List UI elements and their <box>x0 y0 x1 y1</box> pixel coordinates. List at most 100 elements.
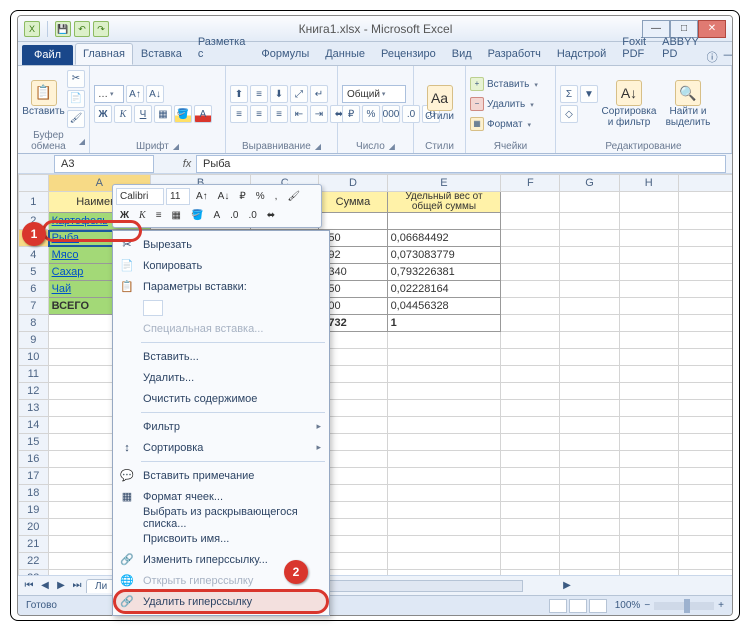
row-header[interactable]: 22 <box>19 553 49 570</box>
mini-center-icon[interactable]: ≡ <box>152 207 166 224</box>
currency-icon[interactable]: ₽ <box>342 105 360 123</box>
format-painter-icon[interactable]: 🖌 <box>67 110 85 128</box>
mini-border-icon[interactable]: ▦ <box>168 207 185 224</box>
format-cells-button[interactable]: ▦Формат <box>470 115 548 133</box>
ctx-define-name[interactable]: Присвоить имя... <box>115 528 327 549</box>
tab-insert[interactable]: Вставка <box>133 43 190 65</box>
styles-gallery[interactable]: Aa Стили <box>418 85 461 123</box>
save-icon[interactable]: 💾 <box>55 21 71 37</box>
col-header-i[interactable] <box>678 175 732 192</box>
number-format-combo[interactable]: Общий <box>342 85 406 103</box>
font-name-combo[interactable]: … <box>94 85 124 103</box>
italic-button[interactable]: К <box>114 105 132 123</box>
hscroll-track[interactable] <box>323 580 523 592</box>
redo-icon[interactable]: ↷ <box>93 21 109 37</box>
align-middle-icon[interactable]: ≡ <box>250 85 268 103</box>
ctx-delete[interactable]: Удалить... <box>115 367 327 388</box>
tab-developer[interactable]: Разработч <box>480 43 549 65</box>
row-header[interactable]: 17 <box>19 468 49 485</box>
tab-addins[interactable]: Надстрой <box>549 43 614 65</box>
row-header[interactable]: 4 <box>19 247 49 264</box>
tab-home[interactable]: Главная <box>75 43 133 65</box>
ctx-copy[interactable]: 📄Копировать <box>115 255 327 276</box>
mini-font-name[interactable]: Calibri <box>116 188 164 205</box>
undo-icon[interactable]: ↶ <box>74 21 90 37</box>
row-header[interactable]: 23 <box>19 570 49 576</box>
row-header[interactable]: 14 <box>19 417 49 434</box>
sheet-nav-first[interactable]: ⏮ <box>22 580 36 591</box>
cell[interactable] <box>501 192 560 213</box>
orientation-icon[interactable]: ⤢ <box>290 85 308 103</box>
fill-color-icon[interactable]: 🪣 <box>174 105 192 123</box>
underline-button[interactable]: Ч <box>134 105 152 123</box>
fx-icon[interactable]: fx <box>178 158 196 170</box>
align-top-icon[interactable]: ⬆ <box>230 85 248 103</box>
font-color-icon[interactable]: A <box>194 105 212 123</box>
sheet-nav-last[interactable]: ⏭ <box>70 580 84 591</box>
cut-icon[interactable]: ✂ <box>67 70 85 88</box>
col-header-e[interactable]: E <box>387 175 501 192</box>
wrap-text-icon[interactable]: ↵ <box>310 85 328 103</box>
align-right-icon[interactable]: ≡ <box>270 105 288 123</box>
mini-percent-icon[interactable]: % <box>252 188 269 205</box>
row-header[interactable]: 12 <box>19 383 49 400</box>
hscroll-right[interactable]: ▶ <box>563 580 571 591</box>
sheet-nav-next[interactable]: ▶ <box>54 580 68 591</box>
row-header[interactable]: 15 <box>19 434 49 451</box>
insert-cells-button[interactable]: +Вставить <box>470 75 548 93</box>
col-header-g[interactable]: G <box>560 175 619 192</box>
doc-minimize-icon[interactable]: — <box>724 49 733 65</box>
tab-formulas[interactable]: Формулы <box>253 43 317 65</box>
increase-font-icon[interactable]: A↑ <box>126 85 144 103</box>
tab-review[interactable]: Рецензиро <box>373 43 444 65</box>
row-header[interactable]: 13 <box>19 400 49 417</box>
find-select-button[interactable]: 🔍 Найти и выделить <box>660 80 716 128</box>
mini-dec-dec-icon[interactable]: .0 <box>244 207 260 224</box>
bold-button[interactable]: Ж <box>94 105 112 123</box>
paste-button[interactable]: 📋 Вставить <box>22 80 65 118</box>
ctx-pick-from-list[interactable]: Выбрать из раскрывающегося списка... <box>115 507 327 528</box>
mini-fill-icon[interactable]: 🪣 <box>187 207 207 224</box>
row-header[interactable]: 7 <box>19 298 49 315</box>
comma-icon[interactable]: 000 <box>382 105 400 123</box>
ctx-clear-contents[interactable]: Очистить содержимое <box>115 388 327 409</box>
formula-input[interactable]: Рыба <box>196 155 726 173</box>
cell[interactable]: Сумма <box>319 192 387 213</box>
sort-filter-button[interactable]: A↓ Сортировка и фильтр <box>600 80 658 128</box>
tab-foxit[interactable]: Foxit PDF <box>614 31 654 65</box>
border-icon[interactable]: ▦ <box>154 105 172 123</box>
help-icon[interactable]: ⓘ <box>707 49 718 65</box>
mini-currency-icon[interactable]: ₽ <box>235 188 249 205</box>
zoom-out-icon[interactable]: − <box>644 600 650 611</box>
ctx-insert-comment[interactable]: 💬Вставить примечание <box>115 465 327 486</box>
mini-comma-icon[interactable]: , <box>271 188 282 205</box>
align-left-icon[interactable]: ≡ <box>230 105 248 123</box>
view-layout-icon[interactable] <box>569 599 587 613</box>
row-header[interactable]: 18 <box>19 485 49 502</box>
view-normal-icon[interactable] <box>549 599 567 613</box>
row-header[interactable]: 10 <box>19 349 49 366</box>
row-header[interactable]: 11 <box>19 366 49 383</box>
decrease-font-icon[interactable]: A↓ <box>146 85 164 103</box>
copy-icon[interactable]: 📄 <box>67 90 85 108</box>
col-header-h[interactable]: H <box>619 175 678 192</box>
zoom-slider[interactable] <box>654 602 714 610</box>
tab-data[interactable]: Данные <box>317 43 373 65</box>
mini-inc-dec-icon[interactable]: .0 <box>226 207 242 224</box>
row-header[interactable]: 9 <box>19 332 49 349</box>
tab-view[interactable]: Вид <box>444 43 480 65</box>
align-bottom-icon[interactable]: ⬇ <box>270 85 288 103</box>
row-header[interactable]: 19 <box>19 502 49 519</box>
tab-abbyy[interactable]: ABBYY PD <box>654 31 707 65</box>
mini-format-painter-icon[interactable]: 🖌 <box>283 188 304 205</box>
autosum-icon[interactable]: Σ <box>560 85 578 103</box>
align-center-icon[interactable]: ≡ <box>250 105 268 123</box>
mini-decrease-font-icon[interactable]: A↓ <box>214 188 234 205</box>
mini-merge-icon[interactable]: ⬌ <box>263 207 279 224</box>
ctx-format-cells[interactable]: ▦Формат ячеек... <box>115 486 327 507</box>
name-box[interactable]: A3 <box>54 155 154 173</box>
ctx-remove-hyperlink[interactable]: 🔗Удалить гиперссылку <box>115 591 327 612</box>
increase-indent-icon[interactable]: ⇥ <box>310 105 328 123</box>
view-break-icon[interactable] <box>589 599 607 613</box>
row-header[interactable]: 8 <box>19 315 49 332</box>
